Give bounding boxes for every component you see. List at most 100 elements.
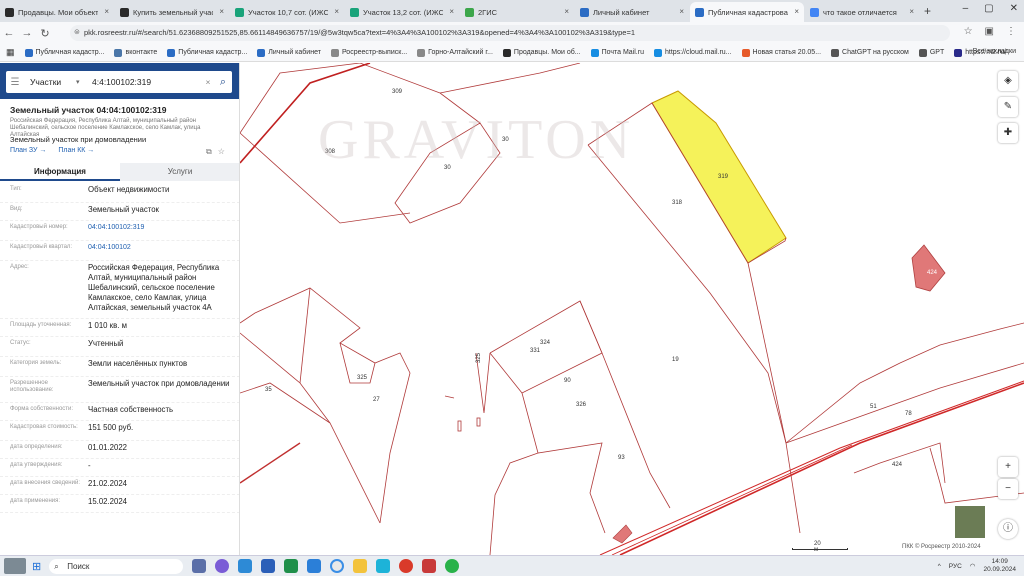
close-icon[interactable]: × — [334, 7, 339, 16]
property-value: Российская Федерация, Республика Алтай, … — [88, 263, 220, 312]
property-row: дата утверждения: - — [0, 459, 239, 477]
bookmark-item[interactable]: Продавцы. Мои об... — [502, 48, 581, 57]
info-icon[interactable]: ⓘ — [998, 519, 1018, 539]
browser-tab[interactable]: что такое отличается × — [805, 2, 919, 22]
close-icon[interactable]: × — [794, 7, 799, 16]
clock[interactable]: 14:09 20.09.2024 — [983, 558, 1016, 574]
tab-title: Купить земельный участок — [133, 7, 213, 17]
calculator-icon[interactable] — [238, 559, 253, 573]
extension-icon[interactable]: ▣ — [985, 26, 994, 37]
edge-icon[interactable] — [376, 559, 391, 573]
property-key: Тип: — [10, 186, 22, 192]
menu-icon[interactable]: ☰ — [6, 77, 24, 88]
app-icon[interactable] — [422, 559, 437, 573]
property-value: Земельный участок — [88, 205, 159, 214]
bookmark-item[interactable]: Новая статья 20.05... — [741, 48, 821, 57]
search-input[interactable]: 4:4:100102:319 — [92, 77, 202, 87]
taskview-icon[interactable] — [192, 559, 207, 573]
browser-tab[interactable]: Публичная кадастровая × — [690, 2, 804, 22]
search-icon[interactable]: ⌕ — [214, 76, 232, 89]
bookmark-label: Личный кабинет — [268, 49, 321, 56]
zoom-in-icon[interactable]: + — [998, 457, 1018, 477]
bookmark-star-icon[interactable]: ☆ — [218, 147, 225, 157]
reload-icon[interactable]: ↻ — [36, 27, 54, 40]
explorer-icon[interactable] — [353, 559, 368, 573]
chevron-up-icon[interactable]: ^ — [938, 563, 941, 570]
maximize-icon[interactable]: ▢ — [984, 3, 993, 14]
property-value[interactable]: 04:04:100102 — [88, 243, 238, 253]
browser-tab[interactable]: Участок 10,7 сот. (ИЖС) × — [230, 2, 344, 22]
yandex-icon[interactable] — [399, 559, 414, 573]
close-icon[interactable]: × — [909, 7, 914, 16]
mail-icon[interactable] — [307, 559, 322, 573]
bookmark-item[interactable]: ChatGPT на русском — [831, 48, 909, 57]
bookmark-label: Горно-Алтайский г... — [428, 49, 493, 56]
cadastral-map[interactable]: 309 308 30 30 319 318 324 331 19 325 90 … — [240, 63, 1024, 555]
start-icon[interactable]: ⊞ — [32, 560, 41, 573]
parcel-red-bottom[interactable] — [612, 524, 633, 544]
plan-kk-link[interactable]: План КК → — [58, 147, 94, 154]
close-icon[interactable]: × — [104, 7, 109, 16]
close-icon[interactable]: × — [449, 7, 454, 16]
bookmark-item[interactable]: Росреестр-выписк... — [330, 48, 407, 57]
layers-icon[interactable]: ◈ — [998, 71, 1018, 91]
basemap-switch[interactable] — [954, 505, 986, 539]
bookmark-item[interactable]: Горно-Алтайский г... — [417, 48, 493, 57]
close-icon[interactable]: × — [219, 7, 224, 16]
chevron-down-icon[interactable]: ▾ — [76, 78, 84, 86]
window-close-icon[interactable]: ✕ — [1010, 3, 1018, 14]
zoom-out-icon[interactable]: − — [998, 479, 1018, 499]
clear-icon[interactable]: × — [202, 77, 214, 87]
excel-icon[interactable] — [284, 559, 299, 573]
bookmark-favicon-icon — [114, 48, 123, 57]
copilot-icon[interactable] — [215, 559, 230, 573]
whatsapp-icon[interactable] — [445, 559, 460, 573]
all-bookmarks-link[interactable]: Все закладки — [973, 48, 1016, 55]
property-value[interactable]: 04:04:100102:319 — [88, 223, 238, 233]
forward-icon[interactable]: → — [18, 27, 36, 39]
property-row: Кадастровая стоимость: 151 500 руб. — [0, 421, 239, 441]
bookmark-item[interactable]: Публичная кадастр... — [24, 48, 104, 57]
bookmark-favicon-icon — [167, 48, 176, 57]
bookmark-item[interactable]: Личный кабинет — [257, 48, 321, 57]
bookmark-item[interactable]: https://cloud.mail.ru... — [653, 48, 732, 57]
url-input[interactable]: ⊜ pkk.rosreestr.ru/#/search/51.623688092… — [70, 25, 950, 41]
minimize-icon[interactable]: – — [963, 3, 969, 14]
bookmark-label: Продавцы. Мои об... — [513, 49, 581, 56]
language-indicator[interactable]: РУС — [949, 563, 962, 570]
close-icon[interactable]: × — [564, 7, 569, 16]
tab-title: Продавцы. Мои объекты — [18, 7, 98, 17]
browser-tab[interactable]: Участок 13,2 сот. (ИЖС) × — [345, 2, 459, 22]
search-bar: ☰ Участки ▾ 4:4:100102:319 × ⌕ — [0, 63, 239, 99]
bookmark-item[interactable]: Почта Mail.ru — [590, 48, 644, 57]
browser-tab[interactable]: Личный кабинет × — [575, 2, 689, 22]
chrome-icon[interactable] — [330, 559, 345, 573]
close-icon[interactable]: × — [679, 7, 684, 16]
back-icon[interactable]: ← — [0, 27, 18, 39]
more-menu-icon[interactable]: ⋮ — [1006, 26, 1016, 37]
bookmark-item[interactable]: Публичная кадастр... — [167, 48, 247, 57]
apps-grid-icon[interactable]: ▦ — [6, 47, 15, 58]
new-tab-icon[interactable]: + — [924, 2, 931, 22]
clock-time: 14:09 — [991, 558, 1008, 565]
tab-info[interactable]: Информация — [0, 163, 120, 181]
star-icon[interactable]: ☆ — [964, 26, 973, 37]
property-key: Адрес: — [10, 264, 29, 270]
browser-tab[interactable]: 2ГИС × — [460, 2, 574, 22]
tab-services[interactable]: Услуги — [120, 163, 239, 181]
taskbar-search[interactable]: ⌕ Поиск — [49, 558, 184, 574]
parcel-424-upper[interactable] — [911, 244, 946, 292]
weather-widget[interactable] — [4, 558, 26, 574]
bookmark-item[interactable]: GPT — [918, 48, 944, 57]
wifi-icon[interactable]: ◠ — [970, 562, 976, 570]
property-row: Разрешенное использование: Земельный учас… — [0, 377, 239, 403]
plan-zu-link[interactable]: План ЗУ → — [10, 147, 46, 154]
browser-tab[interactable]: Купить земельный участок × — [115, 2, 229, 22]
plus-tool-icon[interactable]: ✚ — [998, 123, 1018, 143]
search-type-select[interactable]: Участки — [24, 77, 76, 87]
word-icon[interactable] — [261, 559, 276, 573]
browser-tab[interactable]: Продавцы. Мои объекты × — [0, 2, 114, 22]
bookmark-item[interactable]: вконтакте — [114, 48, 157, 57]
edit-pencil-icon[interactable]: ✎ — [998, 97, 1018, 117]
share-icon[interactable]: ⧉ — [206, 147, 212, 157]
